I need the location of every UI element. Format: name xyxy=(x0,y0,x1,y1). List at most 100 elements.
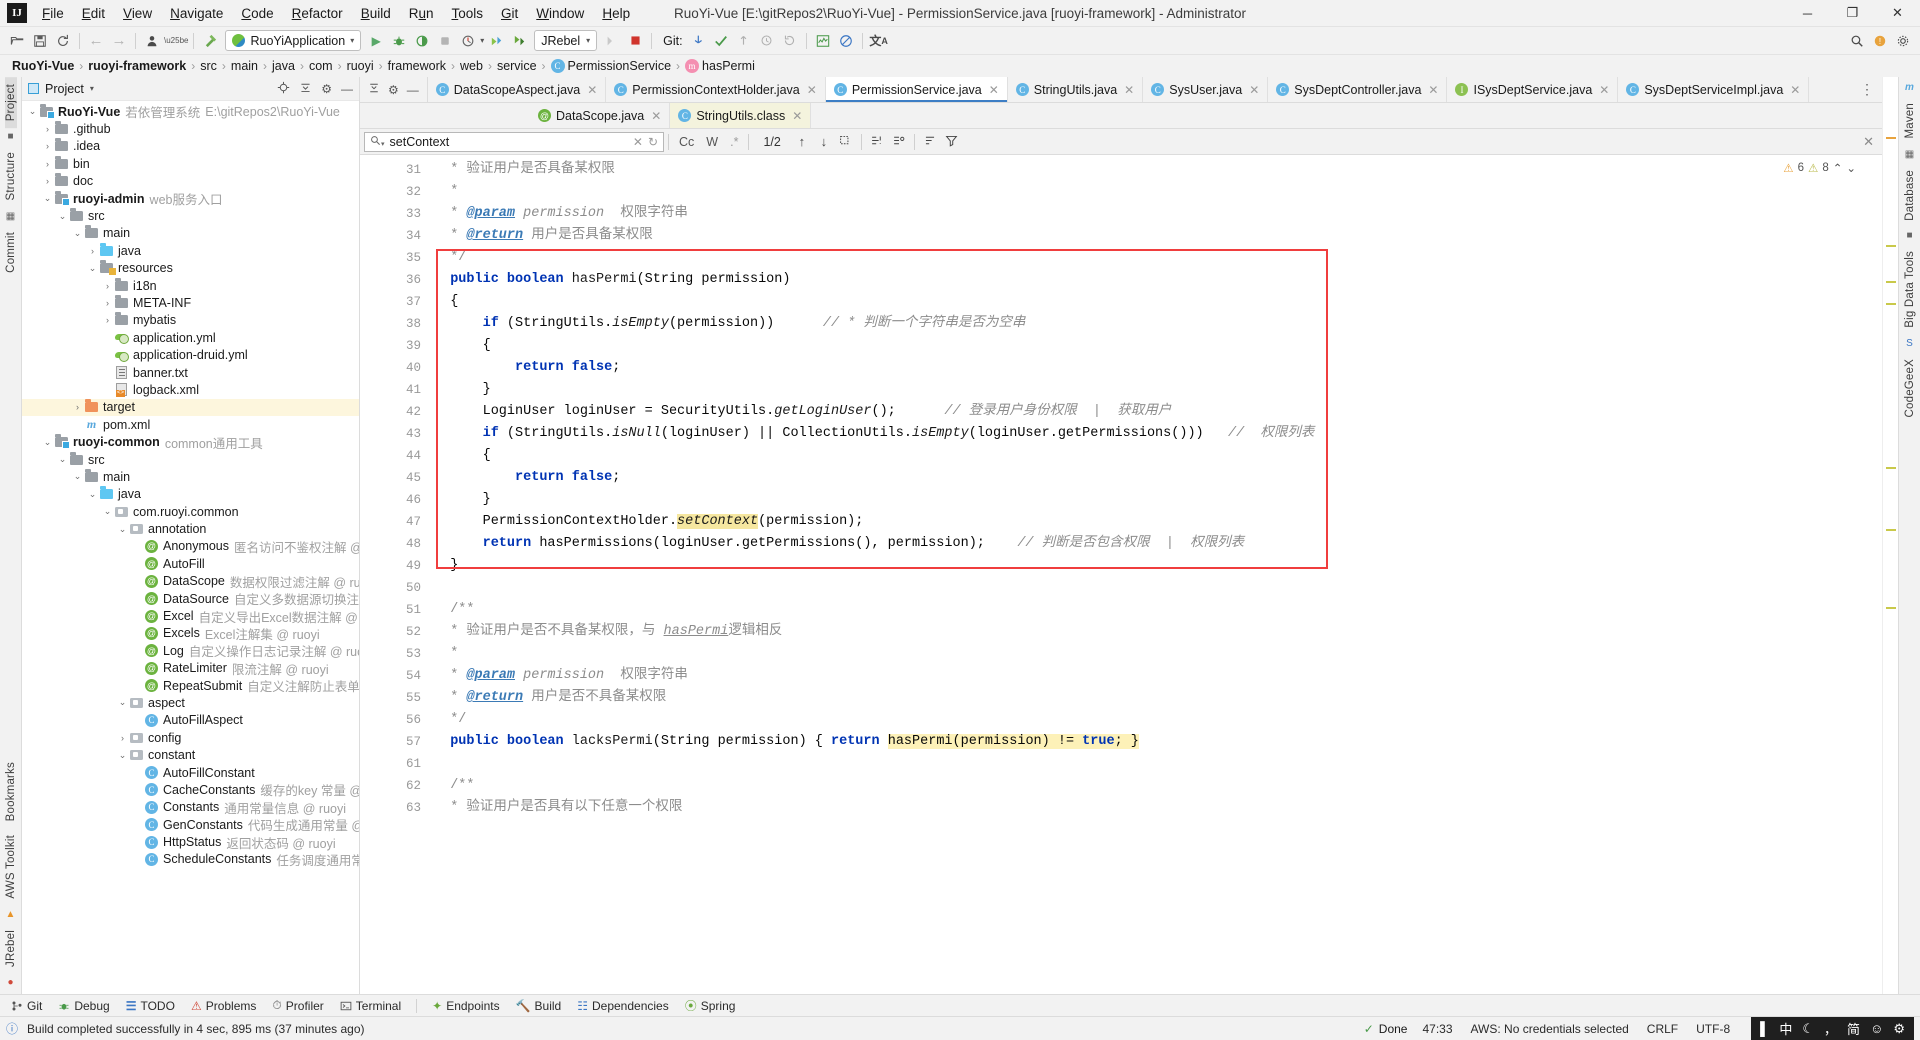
menu-code[interactable]: Code xyxy=(232,3,282,24)
code-line[interactable]: * @param permission 权限字符串 xyxy=(430,203,1882,225)
close-tab-icon[interactable]: ✕ xyxy=(1599,83,1609,97)
tree-node-aspect[interactable]: ⌄ aspect xyxy=(22,694,359,711)
toolwin-todo[interactable]: ☰ TODO xyxy=(119,997,182,1015)
open-in-find-window-icon[interactable] xyxy=(866,134,888,150)
tree-node-datasource[interactable]: @ DataSource 自定义多数据源切换注解 @ ruoyi xyxy=(22,590,359,607)
menu-edit[interactable]: Edit xyxy=(73,3,114,24)
editor-tab-permissionservice-java[interactable]: C PermissionService.java ✕ xyxy=(825,77,1008,102)
tree-node--idea[interactable]: › .idea xyxy=(22,138,359,155)
code-line[interactable]: public boolean hasPermi(String permissio… xyxy=(430,269,1882,291)
code-line[interactable]: * @return 用户是否不具备某权限 xyxy=(430,687,1882,709)
gear-icon[interactable]: ⚙ xyxy=(388,83,399,97)
ime-moon-icon[interactable]: ☾ xyxy=(1802,1021,1814,1037)
update-project-icon[interactable] xyxy=(687,30,709,52)
menu-build[interactable]: Build xyxy=(352,3,400,24)
toolwin-terminal[interactable]: Terminal xyxy=(333,997,408,1015)
history-icon[interactable] xyxy=(756,30,778,52)
code-line[interactable]: * xyxy=(430,181,1882,203)
expand-arrow-icon[interactable]: ⌄ xyxy=(56,454,69,465)
filter-icon[interactable] xyxy=(941,134,963,150)
hide-icon[interactable]: — xyxy=(407,83,419,97)
clear-search-icon[interactable]: ✕ xyxy=(633,135,643,149)
code-line[interactable] xyxy=(430,753,1882,775)
code-line[interactable]: { xyxy=(430,445,1882,467)
tree-node-autofillaspect[interactable]: C AutoFillAspect xyxy=(22,712,359,729)
code-line[interactable]: public boolean lacksPermi(String permiss… xyxy=(430,731,1882,753)
expand-arrow-icon[interactable]: › xyxy=(71,402,84,412)
collapse-all-icon[interactable] xyxy=(299,81,312,97)
regex-toggle[interactable]: .* xyxy=(724,135,744,149)
close-tab-icon[interactable]: ✕ xyxy=(807,83,817,97)
gear-icon[interactable] xyxy=(1892,30,1914,52)
caret-position[interactable]: 47:33 xyxy=(1419,1022,1455,1036)
profiler-dropdown-caret[interactable]: ▾ xyxy=(480,36,484,45)
run-with-coverage-button[interactable] xyxy=(411,30,433,52)
tree-node-doc[interactable]: › doc xyxy=(22,173,359,190)
tree-node-resources[interactable]: ⌄ resources xyxy=(22,260,359,277)
navigate-forward-icon[interactable]: → xyxy=(108,30,130,52)
editor-tab-sysuser-java[interactable]: C SysUser.java ✕ xyxy=(1143,77,1269,102)
tree-node-httpstatus[interactable]: C HttpStatus 返回状态码 @ ruoyi xyxy=(22,833,359,851)
menu-run[interactable]: Run xyxy=(400,3,443,24)
close-tab-icon[interactable]: ✕ xyxy=(1428,83,1438,97)
jrebel-debug-icon[interactable] xyxy=(508,30,530,52)
tree-node-main[interactable]: ⌄ main xyxy=(22,225,359,242)
prev-problem-icon[interactable]: ⌃ xyxy=(1833,161,1843,175)
breadcrumb-item-8[interactable]: web xyxy=(456,59,487,73)
editor-tab-isysdeptservice-java[interactable]: I ISysDeptService.java ✕ xyxy=(1447,77,1619,102)
expand-arrow-icon[interactable]: ⌄ xyxy=(116,750,129,761)
chart-icon[interactable] xyxy=(812,30,834,52)
source-code[interactable]: * 验证用户是否具备某权限 * * @param permission 权限字符… xyxy=(430,155,1882,994)
breadcrumb-item-4[interactable]: java xyxy=(268,59,299,73)
toolwin-dependencies[interactable]: ☷ Dependencies xyxy=(570,997,676,1015)
tree-node-excels[interactable]: @ Excels Excel注解集 @ ruoyi xyxy=(22,625,359,642)
code-line[interactable]: * 验证用户是否具有以下任意一个权限 xyxy=(430,797,1882,819)
toolwin-debug[interactable]: Debug xyxy=(51,997,116,1015)
expand-arrow-icon[interactable]: ⌄ xyxy=(56,211,69,222)
save-icon[interactable] xyxy=(29,30,51,52)
ime-gear-icon[interactable]: ⚙ xyxy=(1893,1021,1905,1037)
breadcrumb-item-1[interactable]: ruoyi-framework xyxy=(84,59,190,73)
big-data-icon[interactable]: ■ xyxy=(1906,227,1912,244)
tree-node-banner-txt[interactable]: banner.txt xyxy=(22,364,359,381)
user-icon[interactable] xyxy=(141,30,163,52)
rail-aws-toolkit[interactable]: AWS Toolkit xyxy=(5,828,17,906)
expand-arrow-icon[interactable]: ⌄ xyxy=(116,697,129,708)
match-case-toggle[interactable]: Cc xyxy=(673,135,700,149)
search-input[interactable]: ▾ setContext ✕ ↻ xyxy=(364,131,664,152)
expand-arrow-icon[interactable]: › xyxy=(101,281,114,291)
build-done-indicator[interactable]: ✓ Done xyxy=(1364,1022,1408,1036)
breadcrumb-item-5[interactable]: com xyxy=(305,59,337,73)
expand-arrow-icon[interactable]: › xyxy=(41,124,54,134)
code-line[interactable]: } xyxy=(430,489,1882,511)
tree-node-meta-inf[interactable]: › META-INF xyxy=(22,294,359,311)
database-icon[interactable]: ▦ xyxy=(1905,146,1914,163)
rail-maven[interactable]: Maven xyxy=(1904,96,1916,146)
code-line[interactable]: if (StringUtils.isEmpty(permission)) // … xyxy=(430,313,1882,335)
tree-node-bin[interactable]: › bin xyxy=(22,155,359,172)
breadcrumb-item-3[interactable]: main xyxy=(227,59,262,73)
ime-smiley-icon[interactable]: ☺ xyxy=(1870,1021,1883,1036)
toolwin-build[interactable]: 🔨 Build xyxy=(509,997,569,1015)
preserve-case-icon[interactable] xyxy=(888,134,910,150)
search-history-icon[interactable]: ↻ xyxy=(648,135,658,149)
menu-navigate[interactable]: Navigate xyxy=(161,3,232,24)
forbid-icon[interactable] xyxy=(835,30,857,52)
run-button[interactable]: ▶ xyxy=(365,30,387,52)
navigate-back-icon[interactable]: ← xyxy=(85,30,107,52)
tree-node-main[interactable]: ⌄ main xyxy=(22,468,359,485)
close-tab-icon[interactable]: ✕ xyxy=(792,109,802,123)
code-line[interactable]: * 验证用户是否具备某权限 xyxy=(430,159,1882,181)
aws-icon[interactable]: ▲ xyxy=(6,906,16,923)
menu-bar[interactable]: File Edit View Navigate Code Refactor Bu… xyxy=(33,3,639,24)
bookmark-square-icon[interactable]: ■ xyxy=(7,128,13,145)
aws-credentials-status[interactable]: AWS: No credentials selected xyxy=(1468,1022,1632,1036)
project-tree[interactable]: ⌄ RuoYi-Vue 若依管理系统 E:\gitRepos2\RuoYi-Vue ›.… xyxy=(22,101,359,994)
editor-tab-datascopeaspect-java[interactable]: C DataScopeAspect.java ✕ xyxy=(428,77,607,102)
rail-structure[interactable]: Structure xyxy=(5,145,17,207)
locate-icon[interactable] xyxy=(277,81,290,97)
user-dropdown-caret[interactable]: \u25be xyxy=(164,36,188,45)
breadcrumb-item-0[interactable]: RuoYi-Vue xyxy=(8,59,78,73)
hammer-icon[interactable] xyxy=(199,30,221,52)
code-line[interactable]: return hasPermissions(loginUser.getPermi… xyxy=(430,533,1882,555)
